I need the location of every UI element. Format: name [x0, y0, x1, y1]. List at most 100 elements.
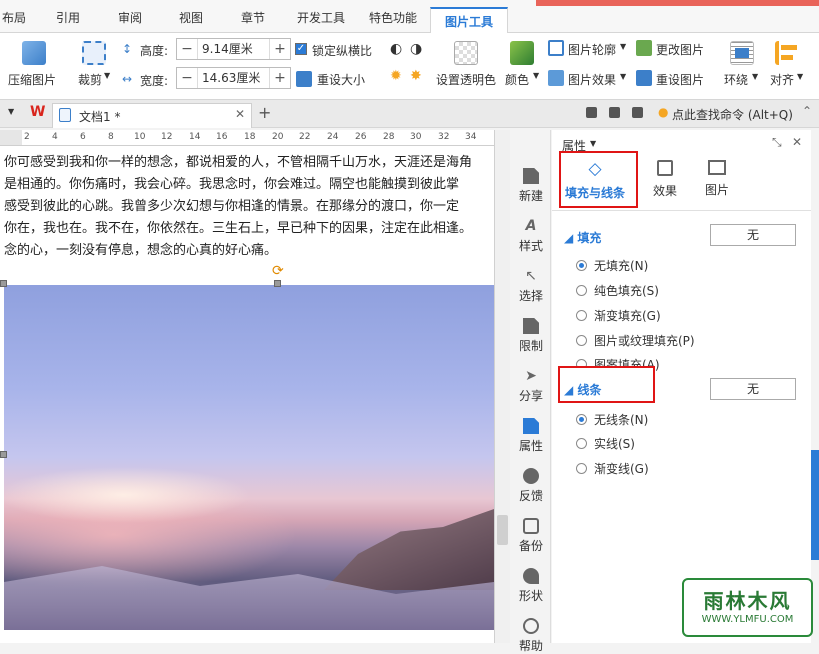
brightness-up-icon[interactable]: ✹: [390, 68, 402, 84]
align-button[interactable]: 对齐: [770, 71, 794, 88]
radio-icon: [576, 438, 587, 449]
ruler-tick: 24: [327, 132, 339, 142]
ruler-tick: 34: [465, 132, 477, 142]
align-dropdown-icon[interactable]: ▼: [797, 72, 803, 81]
resize-handle-top[interactable]: [274, 280, 281, 287]
change-picture-button[interactable]: 更改图片: [656, 41, 704, 58]
line-option-none[interactable]: 无线条(N): [576, 411, 648, 428]
sidebar-item-restrict[interactable]: 限制: [511, 318, 551, 354]
menu-dropdown-icon[interactable]: ▼: [8, 107, 14, 116]
reset-size-button[interactable]: 重设大小: [317, 71, 365, 88]
reset-picture-button[interactable]: 重设图片: [656, 71, 704, 88]
fill-option-gradient[interactable]: 渐变填充(G): [576, 307, 661, 324]
height-input[interactable]: 9.14厘米: [197, 39, 270, 59]
tab-picture[interactable]: 图片: [682, 160, 752, 198]
color-dropdown-icon[interactable]: ▼: [533, 71, 539, 80]
width-decrement-button[interactable]: −: [177, 70, 197, 86]
tab-view[interactable]: 视图: [179, 9, 203, 26]
contrast-icon[interactable]: ◐: [390, 41, 402, 57]
panel-divider: [552, 210, 811, 211]
resize-handle-top-left[interactable]: [0, 280, 7, 287]
fill-preview-box[interactable]: 无: [710, 224, 796, 246]
status-icon-2[interactable]: [609, 107, 620, 118]
ruler-tick: 16: [216, 132, 228, 142]
shape-icon: [523, 568, 539, 584]
outline-dropdown-icon[interactable]: ▼: [620, 42, 626, 51]
tab-review[interactable]: 审阅: [118, 9, 142, 26]
document-tab[interactable]: 文档1 * ✕: [52, 103, 252, 128]
crop-dropdown-icon[interactable]: ▼: [104, 71, 110, 80]
line-option-label: 实线(S): [594, 437, 635, 451]
sidebar-item-shape[interactable]: 形状: [511, 568, 551, 604]
line-preview-box[interactable]: 无: [710, 378, 796, 400]
panel-dock-icon[interactable]: ⤡: [772, 135, 782, 150]
selected-picture[interactable]: [4, 285, 494, 630]
sidebar-item-feedback[interactable]: 反馈: [511, 468, 551, 504]
line-option-label: 无线条(N): [594, 413, 649, 427]
tab-layout[interactable]: 布局: [2, 9, 26, 26]
height-stepper[interactable]: − 9.14厘米 +: [176, 38, 291, 60]
width-increment-button[interactable]: +: [270, 70, 290, 86]
document-page[interactable]: 你可感受到我和你一样的想念，都说相爱的人，不管相隔千山万水，天涯还是海角 是相通…: [0, 146, 496, 643]
document-paragraph[interactable]: 你可感受到我和你一样的想念，都说相爱的人，不管相隔千山万水，天涯还是海角 是相通…: [4, 152, 496, 262]
tab-picture-tools[interactable]: 图片工具: [430, 7, 509, 33]
sidebar-item-property[interactable]: 属性: [511, 418, 551, 454]
wps-logo-icon[interactable]: W: [30, 104, 45, 120]
effects-dropdown-icon[interactable]: ▼: [620, 72, 626, 81]
sidebar-item-new[interactable]: 新建: [511, 168, 551, 204]
tab-sections[interactable]: 章节: [241, 9, 265, 26]
search-command-field[interactable]: 点此查找命令 (Alt+Q): [672, 106, 793, 123]
line-option-gradient[interactable]: 渐变线(G): [576, 460, 649, 477]
scrollbar-thumb[interactable]: [497, 515, 508, 545]
picture-outline-button[interactable]: 图片轮廓: [568, 41, 616, 58]
brightness-down-icon[interactable]: ✸: [410, 68, 422, 84]
panel-title-dropdown-icon[interactable]: ▼: [590, 139, 596, 148]
width-input[interactable]: 14.63厘米: [197, 68, 270, 88]
align-icon: [775, 41, 799, 65]
horizontal-ruler[interactable]: 2 4 6 8 10 12 14 16 18 20 22 24 26 28 30…: [0, 130, 496, 146]
compress-picture-button[interactable]: 压缩图片: [8, 71, 56, 88]
sidebar-item-help[interactable]: 帮助: [511, 618, 551, 654]
vertical-scrollbar[interactable]: [494, 130, 510, 643]
wrap-button[interactable]: 环绕: [724, 71, 748, 88]
ribbon-collapse-icon[interactable]: ⌃: [802, 104, 812, 118]
fill-option-label: 图片或纹理填充(P): [594, 334, 695, 348]
sidebar-item-style[interactable]: A 样式: [511, 218, 551, 254]
fill-option-solid[interactable]: 纯色填充(S): [576, 282, 659, 299]
resize-handle-left[interactable]: [0, 451, 7, 458]
width-stepper[interactable]: − 14.63厘米 +: [176, 67, 291, 89]
sidebar-item-backup[interactable]: 备份: [511, 518, 551, 554]
document-icon: [59, 108, 71, 122]
tab-effects-label: 效果: [652, 184, 677, 198]
close-tab-icon[interactable]: ✕: [235, 107, 245, 121]
fill-option-none[interactable]: 无填充(N): [576, 257, 648, 274]
color-button[interactable]: 颜色: [505, 71, 529, 88]
lock-ratio-checkbox[interactable]: ✓: [295, 43, 307, 55]
tab-features[interactable]: 特色功能: [369, 9, 417, 26]
height-decrement-button[interactable]: −: [177, 41, 197, 57]
line-section-header[interactable]: ◢ 线条: [564, 381, 601, 398]
share-icon: ➤: [525, 368, 537, 384]
new-tab-button[interactable]: +: [258, 103, 271, 122]
tab-developer[interactable]: 开发工具: [297, 9, 345, 26]
set-transparent-button[interactable]: 设置透明色: [436, 71, 496, 88]
height-increment-button[interactable]: +: [270, 41, 290, 57]
status-icon-1[interactable]: [586, 107, 597, 118]
ruler-tick: 10: [134, 132, 146, 142]
crop-button[interactable]: 裁剪: [78, 71, 102, 88]
line-option-solid[interactable]: 实线(S): [576, 435, 635, 452]
sidebar-item-select[interactable]: ↖ 选择: [511, 268, 551, 304]
panel-close-icon[interactable]: ✕: [792, 135, 802, 149]
radio-icon: [576, 335, 587, 346]
picture-effects-button[interactable]: 图片效果: [568, 71, 616, 88]
fill-option-picture-texture[interactable]: 图片或纹理填充(P): [576, 332, 695, 349]
status-icon-3[interactable]: [632, 107, 643, 118]
contrast-down-icon[interactable]: ◑: [410, 41, 422, 57]
panel-collapse-tab[interactable]: [811, 450, 819, 560]
transparent-color-icon: [454, 41, 478, 65]
tab-references[interactable]: 引用: [56, 9, 80, 26]
wrap-dropdown-icon[interactable]: ▼: [752, 72, 758, 81]
sidebar-item-share[interactable]: ➤ 分享: [511, 368, 551, 404]
rotate-handle-icon[interactable]: ⟳: [272, 263, 284, 279]
fill-section-header[interactable]: ◢ 填充: [564, 229, 601, 246]
